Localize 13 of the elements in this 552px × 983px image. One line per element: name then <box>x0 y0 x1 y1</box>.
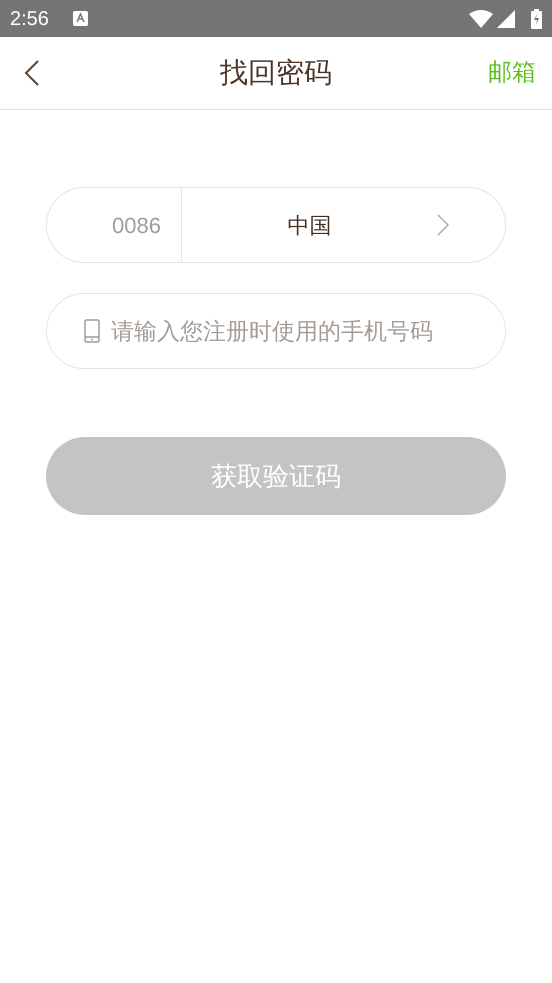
phone-input-field[interactable]: 请输入您注册时使用的手机号码 <box>46 293 506 369</box>
country-code: 0086 <box>47 188 182 262</box>
chevron-right-icon <box>437 214 449 236</box>
status-time: 2:56 <box>10 6 49 32</box>
signal-icon <box>497 10 515 28</box>
country-selector[interactable]: 0086 中国 <box>46 187 506 263</box>
keyboard-icon <box>72 11 88 26</box>
page-title: 找回密码 <box>220 56 332 90</box>
battery-icon <box>531 8 542 28</box>
email-link[interactable]: 邮箱 <box>488 55 536 91</box>
wifi-icon <box>469 10 493 28</box>
phone-icon <box>84 319 100 343</box>
country-name: 中国 <box>286 212 332 240</box>
